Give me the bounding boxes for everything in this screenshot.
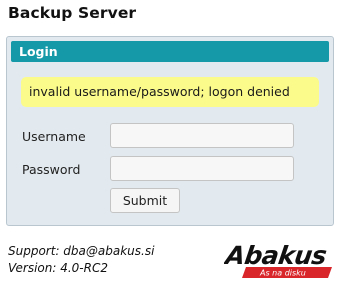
error-message: invalid username/password; logon denied <box>21 77 319 107</box>
login-header: Login <box>11 41 329 62</box>
username-label: Username <box>22 129 86 144</box>
abakus-logo: Abakus As na disku <box>222 240 336 282</box>
password-label: Password <box>22 162 81 177</box>
support-text: Support: dba@abakus.si <box>8 244 155 258</box>
page-title: Backup Server <box>8 4 137 22</box>
username-input[interactable] <box>110 123 294 148</box>
login-panel: Login invalid username/password; logon d… <box>6 36 334 226</box>
logo-wordmark: Abakus <box>224 241 329 270</box>
submit-button[interactable]: Submit <box>110 188 180 213</box>
version-text: Version: 4.0-RC2 <box>8 261 108 275</box>
logo-tagline: As na disku <box>259 269 306 278</box>
abakus-logo-icon: Abakus As na disku <box>222 241 332 278</box>
password-input[interactable] <box>110 156 294 181</box>
